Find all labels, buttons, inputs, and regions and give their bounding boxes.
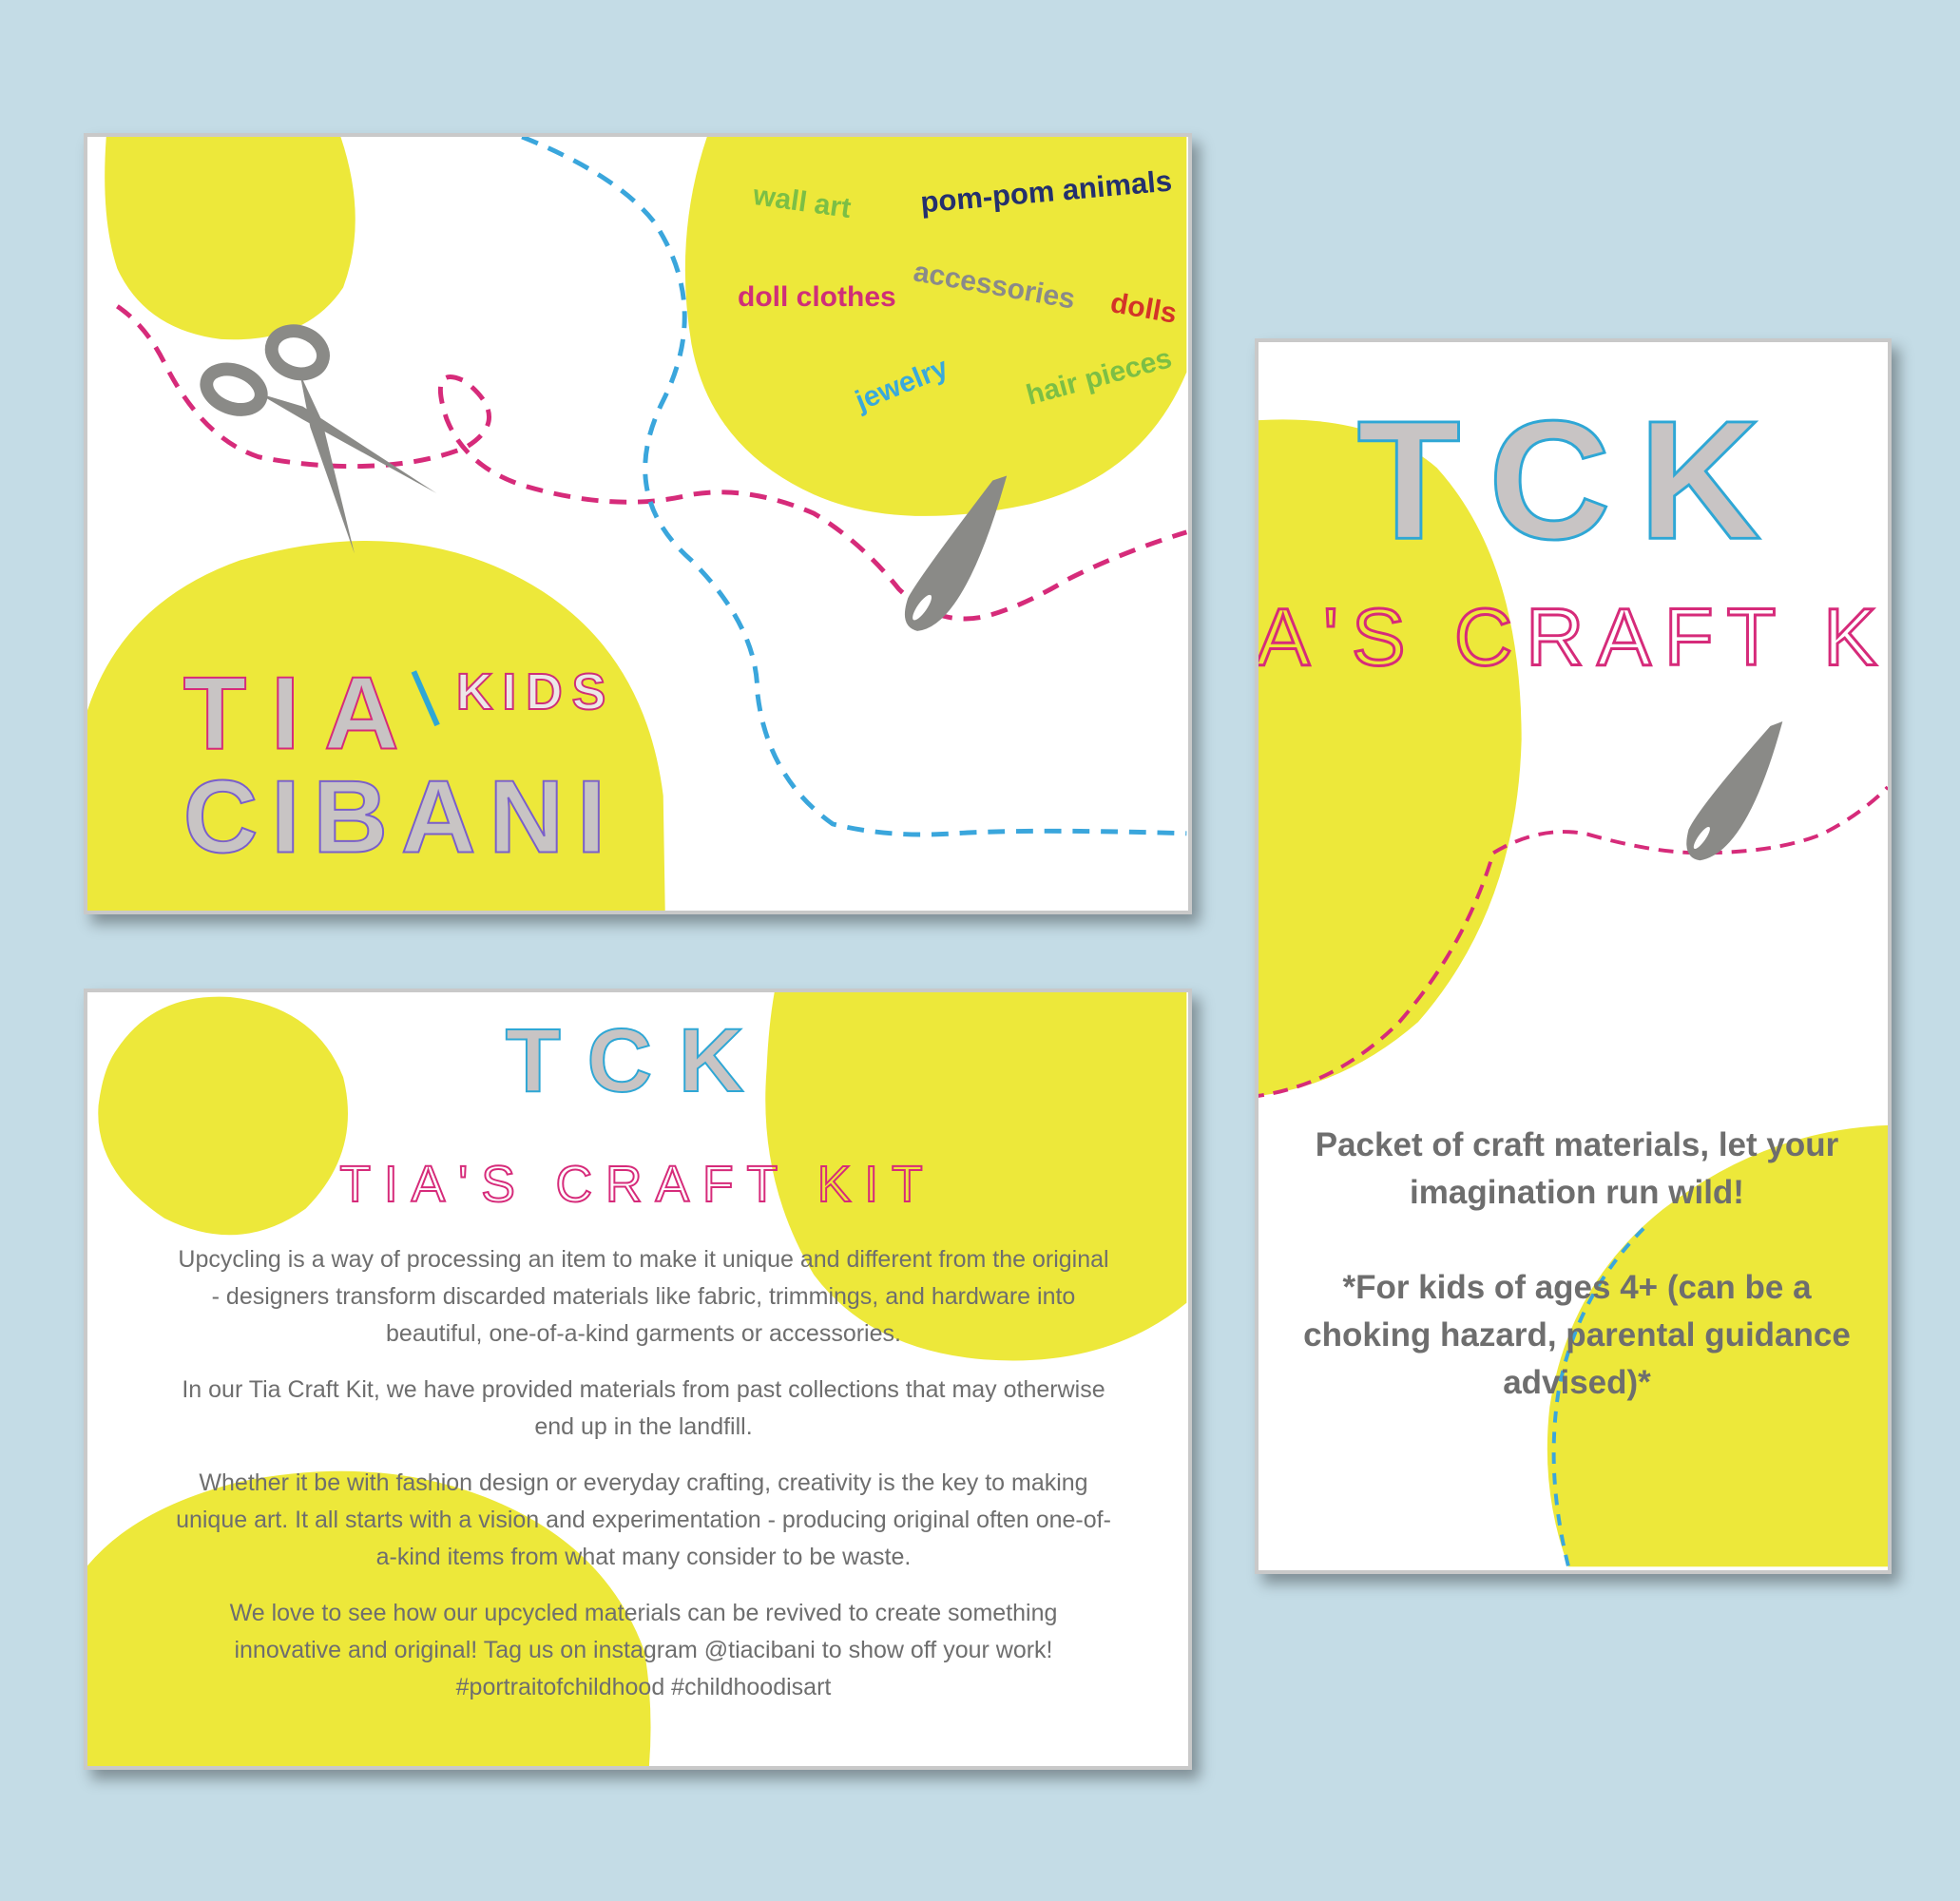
craft-kit-subtitle: TIA'S CRAFT KIT <box>1259 593 1888 683</box>
craft-kit-subtitle: TIA'S CRAFT KIT <box>339 1157 935 1213</box>
needle-icon <box>1686 720 1783 861</box>
tia-cibani-kids-logo: TIA CIBANI KIDS <box>183 655 619 876</box>
yellow-blob-top-left <box>105 137 355 340</box>
paragraph-creativity: Whether it be with fashion design or eve… <box>176 1469 1111 1570</box>
tagline: Packet of craft materials, let your imag… <box>1315 1126 1839 1211</box>
scissors-icon <box>200 324 437 554</box>
paragraph-materials: In our Tia Craft Kit, we have provided m… <box>182 1376 1105 1440</box>
age-warning: *For kids of ages 4+ (can be a choking h… <box>1303 1269 1851 1401</box>
paragraph-upcycling: Upcycling is a way of processing an item… <box>178 1246 1109 1347</box>
yellow-blob-top-left <box>98 996 348 1236</box>
upcycling-description: Upcycling is a way of processing an item… <box>173 1241 1114 1725</box>
tag-card-text: Packet of craft materials, let your imag… <box>1287 1122 1867 1454</box>
paragraph-instagram: We love to see how our upcycled material… <box>229 1600 1058 1700</box>
tag-card: TCK TIA'S CRAFT KIT Packet of craft mate… <box>1255 338 1892 1574</box>
word-doll-clothes: doll clothes <box>738 281 896 313</box>
postcard-back: TCK TIA'S CRAFT KIT Upcycling is a way o… <box>84 989 1192 1770</box>
brand-kids: KIDS <box>456 664 615 720</box>
tck-logo: TCK <box>1357 385 1789 574</box>
postcard-front: TIA CIBANI KIDS wall art pom-pom animals… <box>84 133 1192 914</box>
postcard-front-art: TIA CIBANI KIDS <box>87 137 1188 911</box>
brand-line2: CIBANI <box>183 759 619 875</box>
tck-logo: TCK <box>506 1010 771 1111</box>
brand-line1: TIA <box>183 656 424 772</box>
